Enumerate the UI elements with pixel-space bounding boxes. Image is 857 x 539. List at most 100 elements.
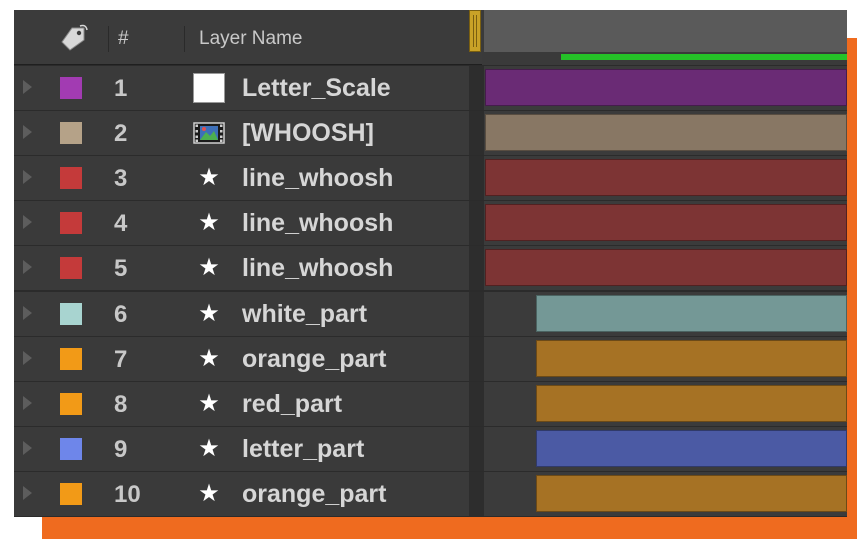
layer-name[interactable]: line_whoosh	[242, 254, 393, 283]
layer-number: 7	[114, 345, 128, 373]
layer-row[interactable]: 2 [WHOOSH]	[14, 111, 847, 156]
layer-track[interactable]	[484, 381, 847, 426]
layer-duration-bar[interactable]	[535, 429, 847, 467]
layer-info[interactable]: 2 [WHOOSH]	[14, 111, 469, 156]
layer-info[interactable]: 4 ★ line_whoosh	[14, 201, 469, 246]
layer-duration-bar[interactable]	[485, 204, 847, 242]
layer-number: 1	[114, 75, 128, 102]
layer-row[interactable]: 8 ★ red_part	[14, 381, 847, 426]
expand-triangle-icon[interactable]	[23, 125, 32, 140]
column-spacer	[469, 381, 484, 426]
label-color-swatch[interactable]	[60, 257, 82, 280]
layer-number: 3	[114, 165, 128, 193]
expand-triangle-icon[interactable]	[23, 170, 32, 185]
layer-track[interactable]	[484, 201, 847, 246]
layer-info[interactable]: 3 ★ line_whoosh	[14, 156, 469, 201]
header-divider	[184, 26, 185, 52]
layer-info[interactable]: 1 Letter_Scale	[14, 66, 469, 110]
layer-row[interactable]: 3 ★ line_whoosh	[14, 156, 847, 201]
column-spacer	[469, 156, 484, 201]
layer-info[interactable]: 8 ★ red_part	[14, 381, 469, 426]
layer-duration-bar[interactable]	[535, 474, 847, 512]
expand-triangle-icon[interactable]	[23, 260, 32, 275]
layer-info[interactable]: 5 ★ line_whoosh	[14, 246, 469, 291]
work-area-bar[interactable]	[561, 54, 847, 60]
layer-row[interactable]: 9 ★ letter_part	[14, 426, 847, 471]
expand-triangle-icon[interactable]	[23, 440, 32, 455]
expand-triangle-icon[interactable]	[23, 395, 32, 410]
layer-track[interactable]	[484, 471, 847, 516]
layer-duration-bar[interactable]	[535, 384, 847, 422]
layer-track[interactable]	[484, 66, 847, 110]
layer-track[interactable]	[484, 336, 847, 381]
timeline-header: # Layer Name	[14, 10, 847, 65]
layer-name[interactable]: line_whoosh	[242, 209, 393, 238]
layer-track[interactable]	[484, 291, 847, 336]
number-column-header[interactable]: #	[118, 28, 129, 50]
layer-duration-bar[interactable]	[535, 294, 847, 332]
layer-number: 4	[114, 210, 128, 238]
label-color-swatch[interactable]	[60, 437, 82, 460]
label-color-swatch[interactable]	[60, 482, 82, 505]
layer-duration-bar[interactable]	[485, 114, 847, 152]
label-color-swatch[interactable]	[60, 302, 82, 325]
layer-info[interactable]: 7 ★ orange_part	[14, 336, 469, 381]
layer-info[interactable]: 10 ★ orange_part	[14, 471, 469, 516]
layer-number: 10	[114, 480, 141, 508]
tag-icon[interactable]	[56, 24, 90, 52]
label-color-swatch[interactable]	[60, 122, 82, 145]
layer-row[interactable]: 10 ★ orange_part	[14, 471, 847, 516]
layer-name[interactable]: [WHOOSH]	[242, 119, 374, 148]
solid-icon	[193, 73, 225, 103]
layer-row[interactable]: 5 ★ line_whoosh	[14, 246, 847, 291]
layer-name[interactable]: line_whoosh	[242, 164, 393, 193]
label-color-swatch[interactable]	[60, 167, 82, 190]
column-spacer	[469, 246, 484, 291]
layer-number: 8	[114, 390, 128, 418]
expand-triangle-icon[interactable]	[23, 350, 32, 365]
layer-duration-bar[interactable]	[485, 249, 847, 287]
layer-name-column-header[interactable]: Layer Name	[199, 28, 303, 50]
layer-duration-bar[interactable]	[535, 339, 847, 377]
column-spacer	[469, 471, 484, 516]
layer-row[interactable]: 6 ★ white_part	[14, 291, 847, 336]
expand-triangle-icon[interactable]	[23, 215, 32, 230]
layer-column-header: # Layer Name	[14, 10, 482, 65]
layer-name[interactable]: letter_part	[242, 435, 364, 464]
layer-number: 6	[114, 300, 128, 328]
star-icon: ★	[198, 479, 220, 507]
layer-duration-bar[interactable]	[485, 69, 847, 106]
layer-name[interactable]: orange_part	[242, 345, 386, 374]
layer-track[interactable]	[484, 156, 847, 201]
layer-name[interactable]: Letter_Scale	[242, 74, 391, 103]
label-color-swatch[interactable]	[60, 392, 82, 415]
column-spacer	[469, 201, 484, 246]
layer-row[interactable]: 1 Letter_Scale	[14, 66, 847, 110]
layer-name[interactable]: orange_part	[242, 480, 386, 509]
time-ruler[interactable]	[484, 10, 847, 52]
star-icon: ★	[198, 389, 220, 417]
header-divider	[108, 26, 109, 52]
layer-row[interactable]: 7 ★ orange_part	[14, 336, 847, 381]
column-spacer	[469, 66, 484, 110]
layer-track[interactable]	[484, 426, 847, 471]
layer-duration-bar[interactable]	[485, 159, 847, 197]
layer-number: 5	[114, 255, 128, 283]
layer-track[interactable]	[484, 246, 847, 291]
label-color-swatch[interactable]	[60, 77, 82, 99]
expand-triangle-icon[interactable]	[23, 305, 32, 320]
label-color-swatch[interactable]	[60, 347, 82, 370]
label-color-swatch[interactable]	[60, 212, 82, 235]
layer-track[interactable]	[484, 111, 847, 156]
layer-name[interactable]: red_part	[242, 390, 342, 419]
footage-icon	[193, 118, 225, 148]
star-icon: ★	[198, 344, 220, 372]
expand-triangle-icon[interactable]	[23, 485, 32, 500]
layer-row[interactable]: 4 ★ line_whoosh	[14, 201, 847, 246]
current-time-indicator-handle[interactable]	[469, 10, 481, 52]
column-spacer	[469, 426, 484, 471]
layer-name[interactable]: white_part	[242, 300, 367, 329]
expand-triangle-icon[interactable]	[23, 80, 32, 94]
layer-info[interactable]: 6 ★ white_part	[14, 291, 469, 336]
layer-info[interactable]: 9 ★ letter_part	[14, 426, 469, 471]
